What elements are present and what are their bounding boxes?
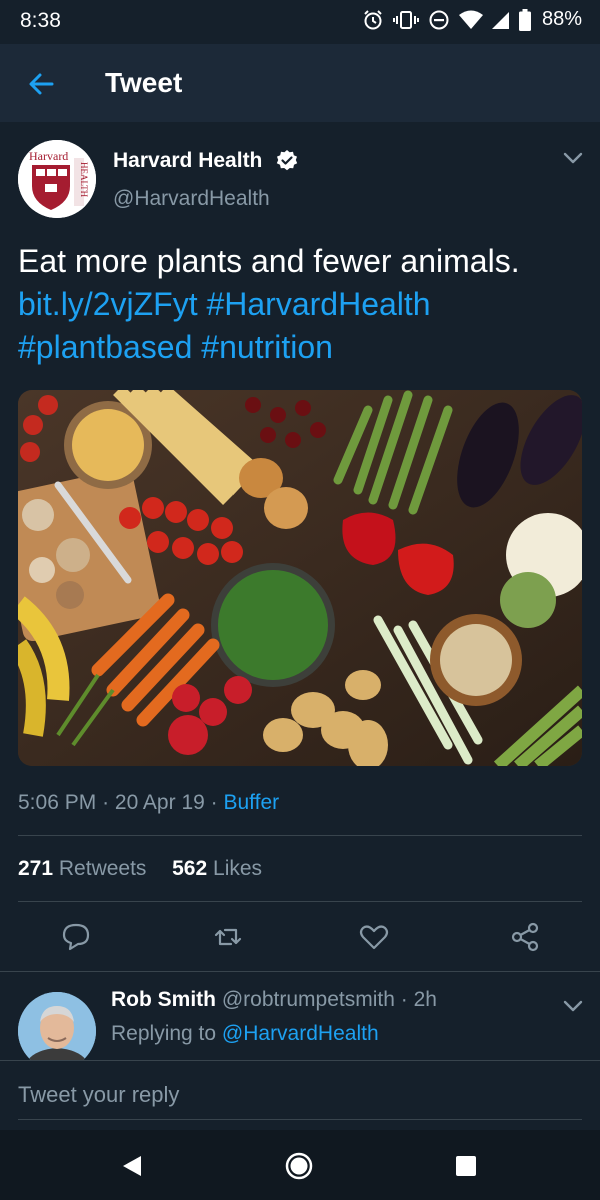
hashtag-harvardhealth[interactable]: #HarvardHealth xyxy=(206,286,430,322)
replying-to: Replying to @HarvardHealth xyxy=(111,1022,379,1046)
hashtag-nutrition[interactable]: #nutrition xyxy=(201,329,333,365)
tweet-meta: 5:06 PM · 20 Apr 19 · Buffer xyxy=(18,791,279,815)
alarm-icon xyxy=(364,9,382,29)
divider xyxy=(18,835,582,836)
back-triangle-icon[interactable] xyxy=(118,1152,146,1180)
tweet-media-image[interactable] xyxy=(18,390,582,766)
hashtag-plantbased[interactable]: #plantbased xyxy=(18,329,192,365)
like-icon[interactable] xyxy=(359,922,389,952)
reply-icon[interactable] xyxy=(61,922,91,952)
tweet-link[interactable]: bit.ly/2vjZFyt xyxy=(18,286,198,322)
harvard-health-logo: Harvard HEALTH xyxy=(18,140,96,218)
retweet-icon[interactable] xyxy=(213,922,243,952)
verified-badge-icon xyxy=(276,150,298,171)
avatar-side-text: HEALTH xyxy=(79,162,89,198)
avatar[interactable]: Harvard HEALTH xyxy=(18,140,96,218)
dnd-icon xyxy=(429,10,449,29)
wifi-icon xyxy=(458,10,483,29)
vibrate-icon xyxy=(392,10,419,29)
tweet-text: Eat more plants and fewer animals. bit.l… xyxy=(18,240,588,369)
tweet-time: 5:06 PM xyxy=(18,791,97,814)
tweet-actions xyxy=(0,922,600,956)
battery-icon xyxy=(518,8,531,31)
vegetables-photo xyxy=(18,390,582,766)
chevron-down-icon[interactable] xyxy=(562,998,584,1014)
back-arrow-icon xyxy=(29,73,54,95)
meta-dot: · xyxy=(102,791,115,814)
reply-avatar-photo xyxy=(18,992,96,1060)
home-circle-icon[interactable] xyxy=(285,1152,313,1180)
tweet-source-link[interactable]: Buffer xyxy=(223,791,279,814)
likes-stat[interactable]: 562 Likes xyxy=(172,857,262,880)
tweet-body: Eat more plants and fewer animals. xyxy=(18,243,520,279)
replying-prefix: Replying to xyxy=(111,1022,217,1045)
reply-composer xyxy=(0,1060,600,1131)
likes-count: 562 xyxy=(172,857,208,880)
reply-time: 2h xyxy=(413,988,437,1011)
retweets-stat[interactable]: 271 Retweets xyxy=(18,857,146,880)
reply-author-handle[interactable]: @robtrumpetsmith xyxy=(222,988,395,1011)
retweets-count: 271 xyxy=(18,857,54,880)
reply-avatar[interactable] xyxy=(18,992,96,1060)
status-time: 8:38 xyxy=(20,9,61,32)
page-title: Tweet xyxy=(105,67,183,98)
tweet-date: 20 Apr 19 xyxy=(114,791,205,814)
tweet-stats: 271 Retweets 562 Likes xyxy=(18,857,262,881)
replying-mention[interactable]: @HarvardHealth xyxy=(222,1022,379,1045)
status-icons: 88% xyxy=(362,8,582,31)
signal-icon xyxy=(491,11,509,29)
share-icon[interactable] xyxy=(510,922,540,952)
back-button[interactable] xyxy=(22,66,60,102)
reply-author-name[interactable]: Rob Smith xyxy=(111,988,216,1011)
divider xyxy=(18,901,582,902)
reply-header: Rob Smith @robtrumpetsmith · 2h xyxy=(111,988,437,1012)
avatar-logo-text: Harvard xyxy=(29,149,68,163)
meta-dot: · xyxy=(400,988,414,1011)
system-nav-bar xyxy=(0,1130,600,1200)
battery-level: 88% xyxy=(541,8,582,30)
recents-square-icon[interactable] xyxy=(452,1152,480,1180)
author-name[interactable]: Harvard Health xyxy=(113,149,262,173)
reply-input[interactable] xyxy=(18,1071,582,1120)
retweets-label: Retweets xyxy=(58,857,147,880)
reply-tweet[interactable]: Rob Smith @robtrumpetsmith · 2h Replying… xyxy=(0,972,600,1060)
status-bar: 8:38 88% xyxy=(0,0,600,44)
author-handle[interactable]: @HarvardHealth xyxy=(113,187,270,211)
chevron-down-icon[interactable] xyxy=(562,150,584,166)
likes-label: Likes xyxy=(213,857,263,880)
app-header: Tweet xyxy=(0,44,600,122)
meta-dot: · xyxy=(210,791,224,814)
